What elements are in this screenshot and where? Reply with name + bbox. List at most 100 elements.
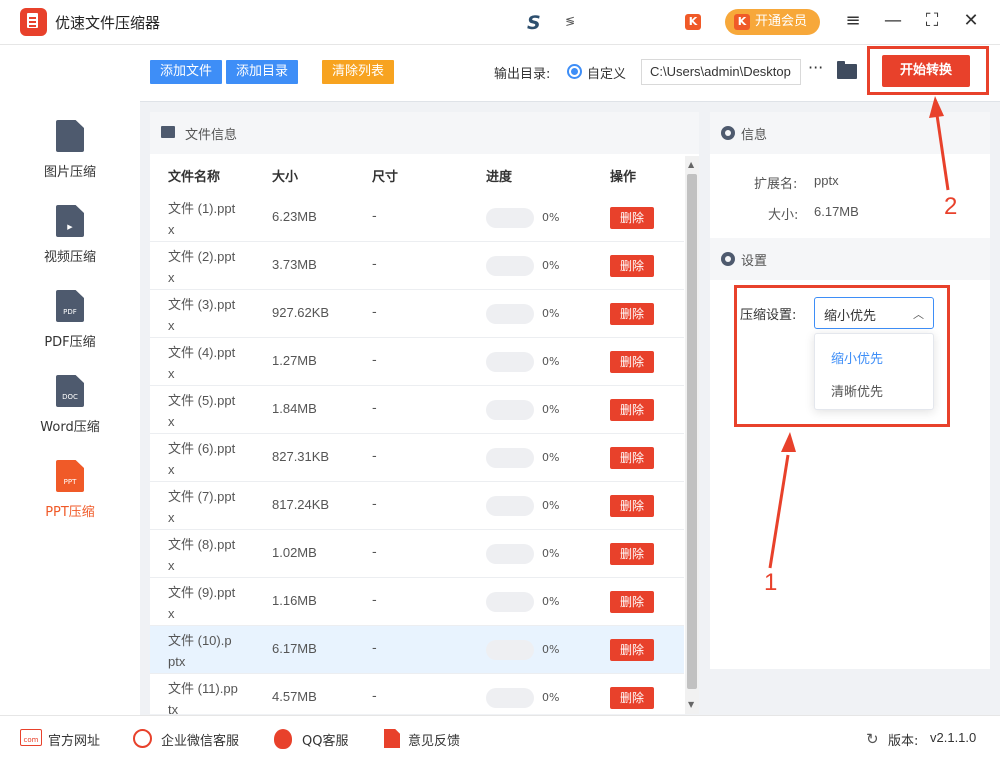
start-convert-button[interactable]: 开始转换 bbox=[882, 55, 970, 87]
ppt-file-icon: PPT bbox=[56, 460, 84, 492]
delete-button[interactable]: 删除 bbox=[610, 351, 654, 373]
file-size: 3.73MB bbox=[272, 257, 317, 272]
app-title: 优速文件压缩器 bbox=[55, 14, 161, 32]
add-directory-button[interactable]: 添加目录 bbox=[226, 60, 298, 84]
output-path-field[interactable]: C:\Users\admin\Desktop bbox=[641, 59, 801, 85]
compress-setting-select[interactable]: 缩小优先 ︿ bbox=[814, 297, 934, 329]
qq-icon bbox=[274, 729, 292, 749]
sidebar-item-pdf[interactable]: PDF PDF压缩 bbox=[0, 290, 140, 370]
file-size: 1.02MB bbox=[272, 545, 317, 560]
scroll-down-icon[interactable]: ▼ bbox=[688, 700, 694, 709]
minimize-icon[interactable]: — bbox=[882, 10, 904, 32]
sidebar-item-label: PPT压缩 bbox=[45, 505, 95, 520]
table-row[interactable]: 文件 (2).pptx 3.73MB - 0% 删除 bbox=[150, 242, 684, 290]
delete-button[interactable]: 删除 bbox=[610, 303, 654, 325]
sidebar-item-word[interactable]: DOC Word压缩 bbox=[0, 375, 140, 455]
table-row[interactable]: 文件 (3).pptx 927.62KB - 0% 删除 bbox=[150, 290, 684, 338]
select-value: 缩小优先 bbox=[824, 309, 877, 324]
sidebar-item-ppt[interactable]: PPT PPT压缩 bbox=[0, 460, 140, 540]
progress-percent: 0% bbox=[542, 643, 560, 656]
more-options-icon[interactable]: ··· bbox=[808, 58, 823, 77]
file-dimension: - bbox=[372, 545, 377, 560]
progress-bar bbox=[486, 400, 534, 420]
file-dimension: - bbox=[372, 689, 377, 704]
close-icon[interactable]: ✕ bbox=[960, 10, 982, 32]
table-row[interactable]: 文件 (10).pptx 6.17MB - 0% 删除 bbox=[150, 626, 684, 674]
column-header-size: 大小 bbox=[272, 170, 299, 185]
table-row[interactable]: 文件 (4).pptx 1.27MB - 0% 删除 bbox=[150, 338, 684, 386]
feedback-link[interactable]: 意见反馈 bbox=[408, 730, 460, 749]
option-clarity-first[interactable]: 清晰优先 bbox=[831, 381, 883, 400]
qq-service-link[interactable]: QQ客服 bbox=[302, 730, 348, 749]
sidebar: 图片压缩 ▶ 视频压缩 PDF PDF压缩 DOC Word压缩 PPT PPT… bbox=[0, 45, 140, 715]
sidebar-item-label: PDF压缩 bbox=[44, 335, 96, 350]
footer: com 官方网址 企业微信客服 QQ客服 意见反馈 ↻ 版本: v2.1.1.0 bbox=[0, 715, 1000, 760]
file-size: 927.62KB bbox=[272, 305, 330, 320]
progress-bar bbox=[486, 304, 534, 324]
progress-percent: 0% bbox=[542, 691, 560, 704]
refresh-icon[interactable]: ↻ bbox=[866, 730, 879, 748]
delete-button[interactable]: 删除 bbox=[610, 207, 654, 229]
file-name: 文件 (1).pptx bbox=[168, 201, 236, 237]
progress-percent: 0% bbox=[542, 499, 560, 512]
file-dimension: - bbox=[372, 401, 377, 416]
maximize-icon[interactable]: ⛶ bbox=[921, 10, 943, 32]
file-name: 文件 (3).pptx bbox=[168, 297, 236, 333]
menu-icon[interactable]: ≡ bbox=[842, 10, 864, 32]
file-dimension: - bbox=[372, 497, 377, 512]
column-header-name: 文件名称 bbox=[168, 170, 221, 185]
vip-k-badge-icon: K bbox=[734, 14, 750, 30]
delete-button[interactable]: 删除 bbox=[610, 543, 654, 565]
file-size: 827.31KB bbox=[272, 449, 330, 464]
file-dimension: - bbox=[372, 449, 377, 464]
delete-button[interactable]: 删除 bbox=[610, 399, 654, 421]
table-row[interactable]: 文件 (1).pptx 6.23MB - 0% 删除 bbox=[150, 194, 684, 242]
pdf-file-icon: PDF bbox=[56, 290, 84, 322]
table-row[interactable]: 文件 (9).pptx 1.16MB - 0% 删除 bbox=[150, 578, 684, 626]
delete-button[interactable]: 删除 bbox=[610, 447, 654, 469]
delete-button[interactable]: 删除 bbox=[610, 255, 654, 277]
vip-label: 开通会员 bbox=[755, 14, 808, 29]
option-shrink-first[interactable]: 缩小优先 bbox=[831, 348, 883, 367]
scrollbar-thumb[interactable] bbox=[687, 174, 697, 689]
file-size: 4.57MB bbox=[272, 689, 317, 704]
delete-button[interactable]: 删除 bbox=[610, 495, 654, 517]
extension-label: 扩展名: bbox=[754, 177, 798, 192]
progress-bar bbox=[486, 352, 534, 372]
custom-radio-label[interactable]: 自定义 bbox=[587, 63, 626, 82]
scroll-up-icon[interactable]: ▲ bbox=[688, 160, 694, 169]
progress-bar bbox=[486, 640, 534, 660]
brand-logo-mark: ≶ bbox=[565, 14, 576, 28]
vip-button[interactable]: K 开通会员 bbox=[725, 9, 820, 35]
progress-bar bbox=[486, 496, 534, 516]
sidebar-item-video[interactable]: ▶ 视频压缩 bbox=[0, 205, 140, 285]
custom-radio[interactable] bbox=[567, 64, 582, 79]
table-row[interactable]: 文件 (5).pptx 1.84MB - 0% 删除 bbox=[150, 386, 684, 434]
video-file-icon: ▶ bbox=[56, 205, 84, 237]
delete-button[interactable]: 删除 bbox=[610, 591, 654, 613]
delete-button[interactable]: 删除 bbox=[610, 639, 654, 661]
website-link[interactable]: 官方网址 bbox=[48, 730, 100, 749]
table-row[interactable]: 文件 (7).pptx 817.24KB - 0% 删除 bbox=[150, 482, 684, 530]
folder-icon[interactable] bbox=[837, 61, 857, 79]
file-size: 1.16MB bbox=[272, 593, 317, 608]
table-row[interactable]: 文件 (6).pptx 827.31KB - 0% 删除 bbox=[150, 434, 684, 482]
file-panel: 文件信息 文件名称 大小 尺寸 进度 操作 文件 (1).pptx 6.23MB -… bbox=[150, 112, 699, 722]
file-size: 817.24KB bbox=[272, 497, 330, 512]
add-file-button[interactable]: 添加文件 bbox=[150, 60, 222, 84]
wechat-icon bbox=[133, 729, 152, 748]
delete-button[interactable]: 删除 bbox=[610, 687, 654, 709]
sidebar-item-label: 视频压缩 bbox=[43, 250, 96, 265]
compress-setting-label: 压缩设置: bbox=[740, 308, 797, 323]
clear-list-button[interactable]: 清除列表 bbox=[322, 60, 394, 84]
wechat-service-link[interactable]: 企业微信客服 bbox=[161, 730, 239, 749]
progress-bar bbox=[486, 688, 534, 708]
sidebar-item-image[interactable]: 图片压缩 bbox=[0, 120, 140, 200]
file-size: 1.84MB bbox=[272, 401, 317, 416]
vip-k-icon[interactable]: K bbox=[685, 14, 701, 30]
file-name: 文件 (4).pptx bbox=[168, 345, 236, 381]
doc-file-icon: DOC bbox=[56, 375, 84, 407]
table-row[interactable]: 文件 (8).pptx 1.02MB - 0% 删除 bbox=[150, 530, 684, 578]
info-title: 信息 bbox=[741, 128, 768, 143]
gear-icon bbox=[721, 126, 735, 140]
